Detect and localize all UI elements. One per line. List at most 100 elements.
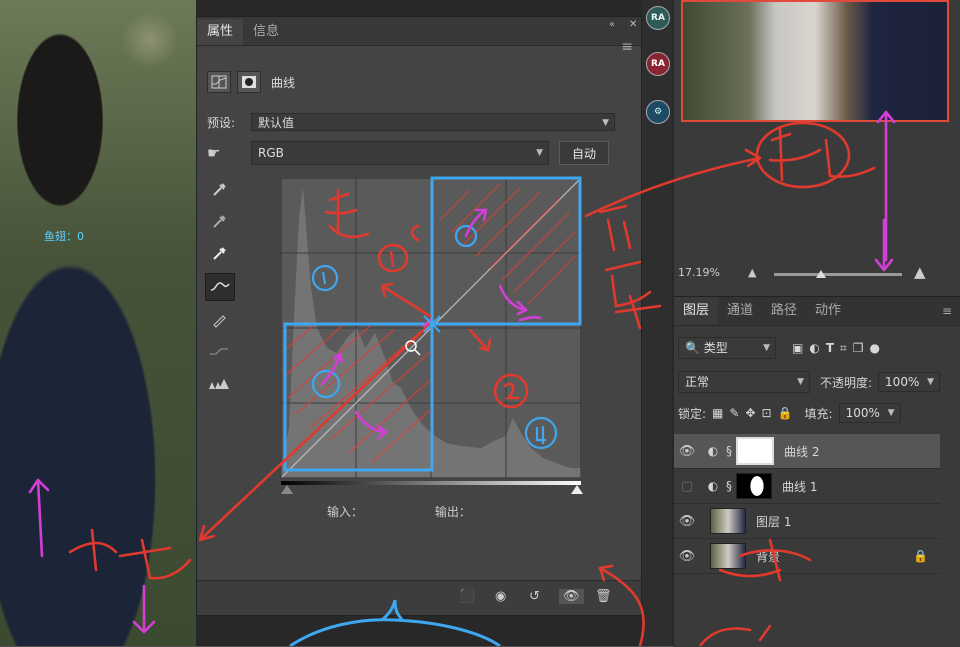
auto-button[interactable]: 自动	[559, 141, 610, 165]
tab-paths[interactable]: 路径	[762, 297, 806, 325]
eyedropper-gray-icon[interactable]	[205, 209, 233, 235]
panel-menu-icon[interactable]: ≡	[621, 39, 633, 55]
filter-type-icon[interactable]: T	[826, 341, 834, 355]
pencil-icon[interactable]	[205, 307, 233, 333]
layers-panel: 图层 通道 路径 动作 ≡ 🔍 类型 ▼ ▣ ◐ T ⌗ ❐ ● 正常 ▼ 不透…	[674, 296, 960, 647]
zoom-value[interactable]: 17.19%	[678, 266, 720, 279]
filter-toggle-icon[interactable]: ●	[870, 341, 880, 355]
lock-all-icon[interactable]: 🔒	[778, 406, 793, 420]
tab-layers[interactable]: 图层	[674, 297, 719, 325]
zoom-slider-handle[interactable]	[816, 270, 826, 278]
chevron-down-icon: ▼	[887, 408, 895, 418]
chevron-down-icon: ▼	[927, 377, 935, 387]
reset-icon[interactable]: ↺	[529, 589, 540, 604]
layer-thumbnail[interactable]	[710, 508, 746, 534]
preset-label: 预设:	[207, 115, 236, 130]
curves-adjustment-icon[interactable]	[207, 71, 231, 93]
layer-row[interactable]: 👁 背景 🔒	[674, 539, 940, 574]
adjustment-layer-icon: ◐	[707, 479, 719, 493]
ra-badge-icon[interactable]: RA	[646, 52, 670, 76]
tab-channels[interactable]: 通道	[718, 297, 762, 325]
lock-icon: 🔒	[913, 549, 928, 563]
eyedropper-black-icon[interactable]	[205, 177, 233, 203]
smooth-curve-icon[interactable]	[205, 339, 233, 365]
chevron-down-icon: ▼	[797, 377, 804, 387]
layer-row[interactable]: 👁 ◐ § 曲线 2	[674, 434, 940, 469]
lock-transparent-icon[interactable]: ▦	[712, 406, 723, 420]
visibility-eye-icon[interactable]: 👁	[674, 444, 700, 459]
white-point-slider[interactable]	[571, 485, 583, 494]
filter-pixel-icon[interactable]: ▣	[792, 341, 803, 355]
filter-type-select[interactable]: 🔍 类型 ▼	[678, 337, 776, 359]
curve-point-tool-icon[interactable]	[205, 273, 235, 301]
clipping-warning-icon[interactable]	[205, 371, 233, 397]
layer-name[interactable]: 曲线 2	[784, 443, 819, 460]
properties-panel: 属性 信息 « ✕ ≡ 曲线 预设: 默认值 ▼ ☛ RGB ▼ 自动 输入： …	[196, 16, 642, 616]
collapse-icon[interactable]: «	[609, 19, 615, 30]
clip-to-layer-icon[interactable]: ⬛	[459, 589, 475, 604]
visibility-eye-icon[interactable]: 👁	[674, 549, 700, 564]
eyedropper-white-icon[interactable]	[205, 241, 233, 267]
zoom-out-icon[interactable]: ▲	[748, 266, 756, 279]
visibility-eye-icon[interactable]: 👁	[674, 514, 700, 529]
layers-tabs: 图层 通道 路径 动作 ≡	[674, 297, 960, 326]
on-image-adjust-icon[interactable]: ☛	[207, 144, 251, 162]
zoom-row: 17.19% ▲ ▲	[678, 263, 954, 281]
properties-bottom-bar: ⬛ ◉ ↺ 👁 🗑	[197, 580, 641, 615]
lock-row: 锁定: ▦ ✎ ✥ ⊡ 🔒 填充: 100% ▼	[678, 403, 901, 423]
navigator-panel: 17.19% ▲ ▲	[674, 0, 960, 296]
filter-shape-icon[interactable]: ⌗	[840, 341, 847, 356]
preset-select[interactable]: 默认值 ▼	[251, 113, 615, 131]
layer-thumbnail[interactable]	[710, 543, 746, 569]
filter-smart-object-icon[interactable]: ❐	[853, 341, 864, 355]
chevron-down-icon: ▼	[763, 343, 770, 353]
link-icon: §	[726, 479, 732, 493]
opacity-label: 不透明度:	[820, 375, 873, 390]
blend-mode-select[interactable]: 正常 ▼	[678, 371, 810, 393]
search-icon: 🔍	[685, 341, 700, 355]
tab-actions[interactable]: 动作	[806, 297, 850, 325]
adjustment-title: 曲线	[271, 75, 296, 90]
properties-tabs: 属性 信息	[197, 17, 641, 46]
layer-name[interactable]: 图层 1	[756, 513, 791, 530]
layer-row[interactable]: 👁 图层 1	[674, 504, 940, 539]
curves-graph[interactable]	[280, 177, 582, 479]
tab-properties[interactable]: 属性	[197, 19, 244, 45]
view-previous-icon[interactable]: ◉	[495, 589, 506, 604]
preset-row: 预设: 默认值 ▼	[207, 113, 615, 131]
zoom-in-icon[interactable]: ▲	[914, 263, 926, 281]
layer-mask-thumbnail[interactable]	[736, 437, 774, 465]
lock-paint-icon[interactable]: ✎	[729, 406, 739, 420]
channel-select[interactable]: RGB ▼	[251, 141, 549, 165]
opacity-input[interactable]: 100% ▼	[878, 372, 941, 392]
input-gradient-bar	[281, 481, 581, 485]
panel-menu-icon[interactable]: ≡	[942, 304, 952, 318]
black-point-slider[interactable]	[281, 485, 293, 494]
tab-info[interactable]: 信息	[243, 19, 289, 45]
mask-icon[interactable]	[237, 71, 261, 93]
navigator-thumbnail[interactable]	[681, 0, 949, 122]
blend-row: 正常 ▼ 不透明度: 100% ▼	[678, 371, 941, 393]
layer-mask-thumbnail[interactable]	[736, 473, 772, 499]
input-output-row: 输入： 输出：	[327, 503, 471, 520]
plugin-icon[interactable]: ⚙	[646, 100, 670, 124]
layer-name[interactable]: 曲线 1	[782, 478, 817, 495]
chevron-down-icon: ▼	[536, 148, 543, 158]
delete-icon[interactable]: 🗑	[595, 589, 612, 604]
visibility-toggle-empty[interactable]: ▢	[674, 479, 700, 494]
fill-input[interactable]: 100% ▼	[838, 403, 901, 423]
ra-badge-icon[interactable]: RA	[646, 6, 670, 30]
input-label: 输入：	[327, 505, 364, 519]
lock-position-icon[interactable]: ✥	[745, 406, 755, 420]
filter-adjustment-icon[interactable]: ◐	[809, 341, 819, 355]
link-icon: §	[726, 444, 732, 458]
fill-label: 填充:	[804, 406, 833, 421]
close-icon[interactable]: ✕	[629, 19, 637, 30]
lock-label: 锁定:	[678, 406, 707, 421]
visibility-eye-icon[interactable]: 👁	[559, 589, 584, 604]
layer-row[interactable]: ▢ ◐ § 曲线 1	[674, 469, 940, 504]
opacity-value: 100%	[885, 375, 920, 389]
zoom-slider-track[interactable]	[774, 273, 902, 276]
layer-name[interactable]: 背景	[756, 548, 780, 565]
lock-artboard-icon[interactable]: ⊡	[762, 406, 772, 420]
